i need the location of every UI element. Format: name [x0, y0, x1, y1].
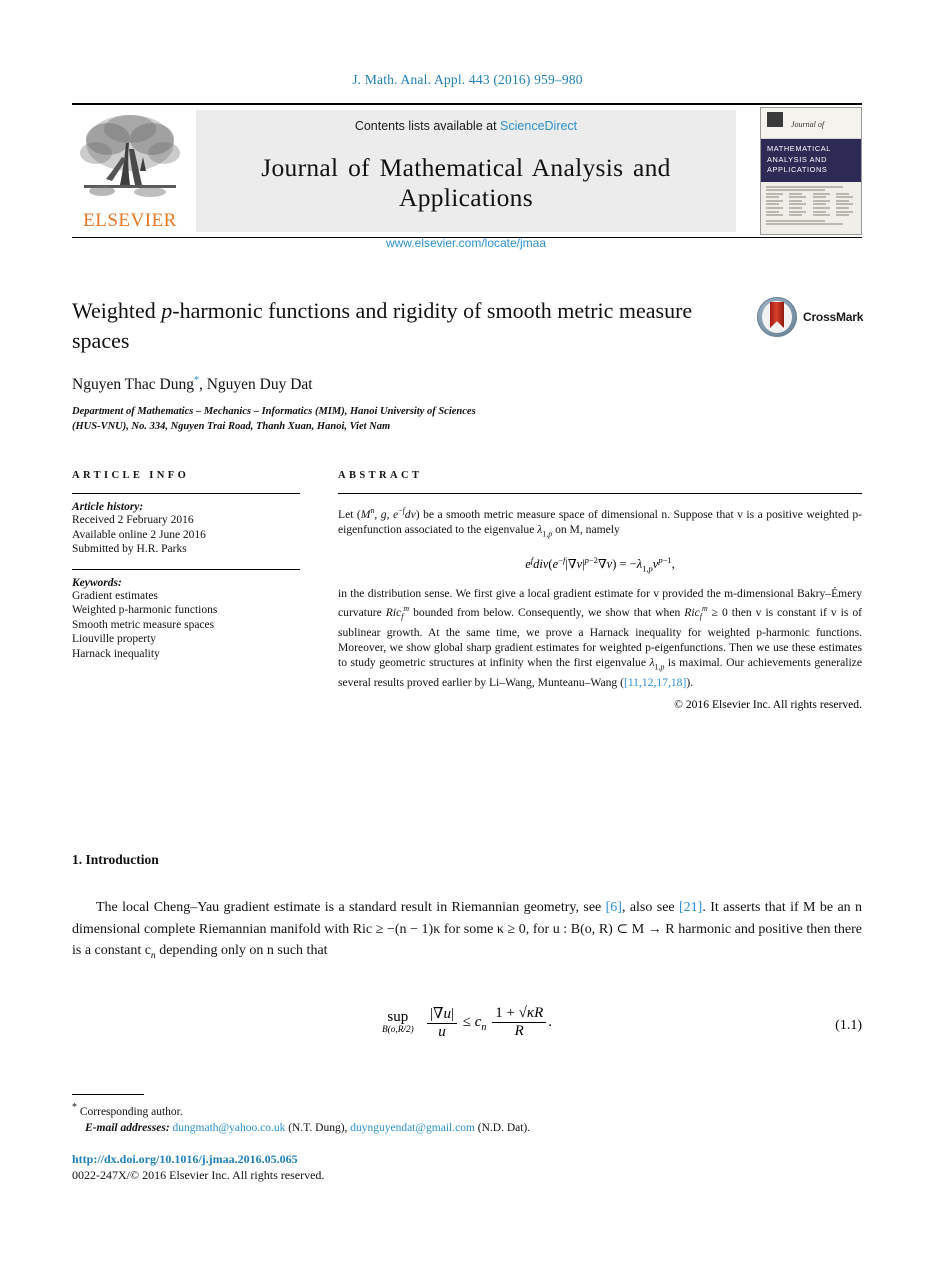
abstract-paragraph-1: Let (Mn, g, e−fdv) be a smooth metric me…	[338, 506, 863, 539]
abstract-p2-b: bounded from below. Consequently, we sho…	[413, 605, 681, 619]
abstract-heading: ABSTRACT	[338, 470, 423, 481]
issn-copyright: 0022-247X/© 2016 Elsevier Inc. All right…	[72, 1168, 325, 1182]
cover-band-line3: APPLICATIONS	[767, 165, 828, 174]
sciencedirect-band: Contents lists available at ScienceDirec…	[196, 110, 736, 250]
affiliation: Department of Mathematics – Mechanics – …	[72, 405, 832, 434]
keyword-item: Smooth metric measure spaces	[72, 618, 215, 631]
elsevier-logo: ELSEVIER	[74, 109, 186, 234]
keyword-item: Liouville property	[72, 633, 156, 645]
contents-line: Contents lists available at ScienceDirec…	[196, 119, 736, 133]
intro-citation-21[interactable]: [21]	[679, 900, 702, 915]
abstract-paragraph-2: in the distribution sense. We first give…	[338, 586, 862, 690]
cover-band-line1: MATHEMATICAL	[767, 144, 831, 153]
page-title: Weighted p-harmonic functions and rigidi…	[72, 298, 693, 353]
article-info-heading: ARTICLE INFO	[72, 470, 190, 481]
cover-title-band: MATHEMATICAL ANALYSIS AND APPLICATIONS	[761, 139, 861, 182]
cover-contents-texture	[761, 182, 861, 232]
running-head: J. Math. Anal. Appl. 443 (2016) 959–980	[352, 72, 583, 87]
footnote-rule	[72, 1094, 144, 1095]
abstract-equation: efdiv(e−f|∇v|p−2∇v) = −λ1,pvp−1,	[525, 554, 675, 574]
footnote-block: * Corresponding author. E-mail addresses…	[72, 1100, 862, 1136]
crossmark-badge[interactable]: CrossMark	[757, 297, 864, 337]
contents-text: Contents lists available at	[354, 119, 497, 133]
equation-number: (1.1)	[835, 1018, 862, 1033]
abstract-p2-e: ).	[686, 676, 694, 690]
intro-text-b: , also see	[621, 900, 675, 915]
sup-label: sup	[387, 1008, 409, 1025]
intro-text-a: The local Cheng–Yau gradient estimate is…	[96, 900, 602, 915]
cover-band-line2: ANALYSIS AND	[767, 154, 828, 164]
abstract-column: ABSTRACT Let (Mn, g, e−fdv) be a smooth …	[338, 470, 862, 711]
article-history-block: Article history: Received 2 February 201…	[72, 501, 300, 557]
article-history-label: Article history:	[72, 501, 144, 513]
introduction-paragraph: The local Cheng–Yau gradient estimate is…	[72, 900, 863, 961]
affiliation-line-1: Department of Mathematics – Mechanics – …	[72, 406, 476, 417]
sciencedirect-link[interactable]: ScienceDirect	[500, 119, 577, 133]
keywords-label: Keywords:	[72, 576, 122, 589]
elsevier-tree-icon	[78, 109, 182, 209]
intro-text-d: depending only on n such that	[159, 943, 328, 958]
keyword-item: Harnack inequality	[72, 647, 160, 660]
footnote-star: *	[72, 1102, 77, 1113]
journal-masthead: ELSEVIER Contents lists available at Sci…	[72, 103, 862, 250]
abstract-citation-link[interactable]: [11,12,17,18]	[624, 676, 686, 689]
email-label: E-mail addresses:	[85, 1121, 170, 1134]
journal-url-link[interactable]: www.elsevier.com/locate/jmaa	[196, 236, 736, 250]
email-note: E-mail addresses: dungmath@yahoo.co.uk (…	[72, 1120, 862, 1136]
corresponding-author-text: Corresponding author.	[79, 1105, 183, 1118]
article-info-column: ARTICLE INFO Article history: Received 2…	[72, 470, 300, 671]
crossmark-circle-icon	[757, 297, 797, 337]
author-primary: Nguyen Thac Dung	[72, 376, 194, 394]
bound-fraction: 1 + √κR R	[492, 1005, 547, 1040]
abstract-p1-tail: on M, namely	[555, 523, 620, 537]
email-link-1[interactable]: dungmath@yahoo.co.uk	[173, 1122, 286, 1134]
crossmark-label: CrossMark	[803, 310, 864, 324]
keyword-item: Weighted p-harmonic functions	[72, 604, 218, 616]
email-owner-1: (N.T. Dung),	[288, 1121, 348, 1134]
sup-domain: B(o,R/2)	[381, 1024, 414, 1035]
cover-journal-of: Journal of	[791, 120, 825, 129]
sup-operator: sup B(o,R/2)	[381, 1008, 414, 1036]
elsevier-wordmark: ELSEVIER	[83, 210, 177, 231]
affiliation-line-2: (HUS-VNU), No. 334, Nguyen Trai Road, Th…	[72, 420, 391, 432]
keyword-item: Gradient estimates	[72, 589, 158, 602]
equation-1-1: sup B(o,R/2) |∇u| u ≤ cn 1 + √κR R . (1.…	[381, 1004, 862, 1041]
abstract-p1-prefix: Let	[338, 507, 354, 521]
corresponding-author-note: * Corresponding author.	[72, 1100, 862, 1120]
doi-link[interactable]: http://dx.doi.org/10.1016/j.jmaa.2016.05…	[72, 1152, 298, 1167]
email-link-2[interactable]: duynguyendat@gmail.com	[350, 1122, 475, 1134]
journal-title: Journal of Mathematical Analysis and App…	[261, 153, 671, 212]
cover-elsevier-mark	[767, 112, 783, 127]
history-item: Received 2 February 2016	[72, 514, 194, 526]
email-owner-2: (N.D. Dat).	[477, 1121, 531, 1134]
section-heading-introduction: 1. Introduction	[72, 852, 159, 867]
keywords-block: Keywords: Gradient estimates Weighted p-…	[72, 577, 300, 662]
abstract-copyright: © 2016 Elsevier Inc. All rights reserved…	[674, 697, 862, 711]
journal-cover-thumbnail: Journal of MATHEMATICAL ANALYSIS AND APP…	[760, 107, 862, 235]
history-item: Available online 2 June 2016	[72, 528, 206, 541]
intro-citation-6[interactable]: [6]	[606, 900, 622, 915]
author-secondary: , Nguyen Duy Dat	[198, 376, 313, 394]
paper-page: J. Math. Anal. Appl. 443 (2016) 959–980	[0, 0, 935, 1266]
gradient-quotient: |∇u| u	[426, 1004, 457, 1041]
history-item: Submitted by H.R. Parks	[72, 543, 187, 555]
author-list: Nguyen Thac Dung*, Nguyen Duy Dat	[72, 375, 772, 394]
